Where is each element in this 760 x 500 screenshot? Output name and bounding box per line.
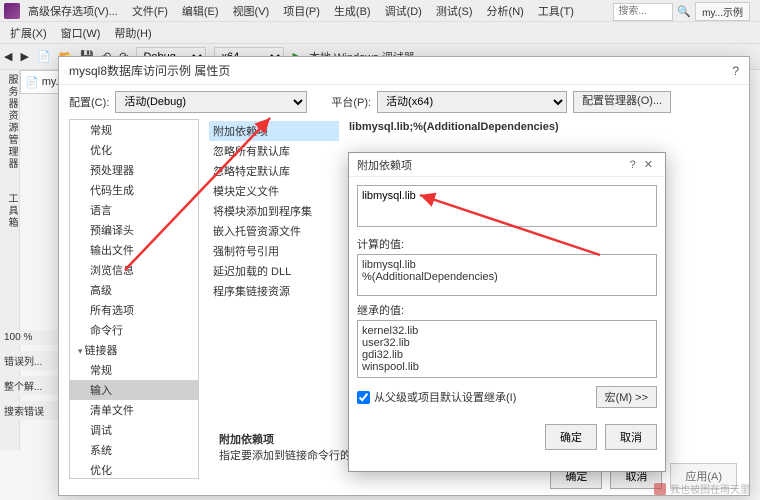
config-label: 配置(C): [69,94,109,110]
inh-val-1: kernel32.lib [362,325,652,337]
menu-test[interactable]: 测试(S) [430,1,479,21]
prop-module-def[interactable]: 模块定义文件 [209,181,339,201]
watermark-text: 我也被困在雨天里 [670,481,750,496]
desc-title: 附加依赖项 [219,431,351,447]
menu-project[interactable]: 项目(P) [277,1,326,21]
inherit-checkbox-label: 从父级或项目默认设置继承(I) [374,389,516,405]
edit-dialog: 附加依赖项 ? ✕ libmysql.lib 计算的值: libmysql.li… [348,152,666,472]
prop-ignore-all[interactable]: 忽略所有默认库 [209,141,339,161]
menu-build[interactable]: 生成(B) [328,1,377,21]
new-file-icon[interactable]: 📄 [37,50,51,63]
tree-linker-debug[interactable]: 调试 [70,420,198,440]
search-input[interactable] [613,3,673,21]
menu-analyze[interactable]: 分析(N) [481,1,530,21]
tree-linker-manifest[interactable]: 清单文件 [70,400,198,420]
tree-linker-input[interactable]: 输入 [70,380,198,400]
menu-tools[interactable]: 工具(T) [532,1,580,21]
prop-delay-dll[interactable]: 延迟加载的 DLL [209,261,339,281]
cpp-file-icon: 📄 [25,76,39,89]
search-icon[interactable]: 🔍 [677,5,691,18]
inherit-label: 继承的值: [357,302,657,318]
property-description: 附加依赖项 指定要添加到链接命令行的 [219,431,351,463]
menu-help[interactable]: 帮助(H) [108,23,157,43]
platform-label: 平台(P): [331,94,371,110]
inherit-check-row: 从父级或项目默认设置继承(I) 宏(M) >> [357,386,657,408]
server-explorer-tab[interactable]: 服务器资源管理器 [6,74,17,170]
tree-optimize[interactable]: 优化 [70,140,198,160]
tree-browse[interactable]: 浏览信息 [70,260,198,280]
tree-allopts[interactable]: 所有选项 [70,300,198,320]
tree-linker[interactable]: 链接器 [70,340,198,360]
edit-help-icon[interactable]: ? [626,159,640,171]
inh-val-2: user32.lib [362,337,652,349]
edit-cancel-button[interactable]: 取消 [605,424,657,450]
calc-val-2: %(AdditionalDependencies) [362,271,652,283]
toolbox-tab[interactable]: 工具箱 [6,193,17,229]
menu-advanced-save[interactable]: 高级保存选项(V)... [22,1,124,21]
tree-precompile[interactable]: 预编译头 [70,220,198,240]
inherit-values-box: kernel32.lib user32.lib gdi32.lib winspo… [357,320,657,378]
property-list: 附加依赖项 忽略所有默认库 忽略特定默认库 模块定义文件 将模块添加到程序集 嵌… [209,119,339,479]
edit-dialog-titlebar[interactable]: 附加依赖项 ? ✕ [349,153,665,177]
tree-preproc[interactable]: 预处理器 [70,160,198,180]
edit-dialog-title: 附加依赖项 [357,157,412,173]
platform-dropdown[interactable]: 活动(x64) [377,91,567,113]
config-row: 配置(C): 活动(Debug) 平台(P): 活动(x64) 配置管理器(O)… [59,85,749,119]
vs-logo-icon [4,3,20,19]
prop-add-module[interactable]: 将模块添加到程序集 [209,201,339,221]
macro-button[interactable]: 宏(M) >> [596,386,657,408]
tree-output[interactable]: 输出文件 [70,240,198,260]
calc-values-box: libmysql.lib %(AdditionalDependencies) [357,254,657,296]
tree-advanced[interactable]: 高级 [70,280,198,300]
prop-embed-managed[interactable]: 嵌入托管资源文件 [209,221,339,241]
dialog-title: mysql8数据库访问示例 属性页 [69,62,230,79]
prop-add-deps[interactable]: 附加依赖项 [209,121,339,141]
property-tree[interactable]: 常规 优化 预处理器 代码生成 语言 预编译头 输出文件 浏览信息 高级 所有选… [69,119,199,479]
inherit-checkbox[interactable] [357,391,370,404]
config-manager-button[interactable]: 配置管理器(O)... [573,91,671,113]
sub-menubar: 扩展(X) 窗口(W) 帮助(H) [0,22,760,44]
edit-dialog-body: libmysql.lib 计算的值: libmysql.lib %(Additi… [349,177,665,416]
tree-linker-system[interactable]: 系统 [70,440,198,460]
calc-label: 计算的值: [357,236,657,252]
tree-general[interactable]: 常规 [70,120,198,140]
inh-val-3: gdi32.lib [362,349,652,361]
search-area: 🔍 my...示例 [613,2,750,21]
tree-linker-general[interactable]: 常规 [70,360,198,380]
edit-ok-button[interactable]: 确定 [545,424,597,450]
edit-close-icon[interactable]: ✕ [640,158,657,171]
csdn-logo-icon [654,483,666,495]
prop-force-symbol[interactable]: 强制符号引用 [209,241,339,261]
menu-edit[interactable]: 编辑(E) [176,1,225,21]
menu-debug[interactable]: 调试(D) [379,1,428,21]
watermark: 我也被困在雨天里 [654,481,750,496]
tree-cmdline[interactable]: 命令行 [70,320,198,340]
tree-linker-optimize[interactable]: 优化 [70,460,198,479]
menu-view[interactable]: 视图(V) [227,1,276,21]
solution-name-button[interactable]: my...示例 [695,2,750,21]
desc-text: 指定要添加到链接命令行的 [219,447,351,463]
edit-value-textarea[interactable]: libmysql.lib [357,185,657,227]
menu-window[interactable]: 窗口(W) [55,23,107,43]
inh-val-4: winspool.lib [362,361,652,373]
edit-dialog-buttons: 确定 取消 [349,416,665,458]
nav-back-icon[interactable]: ◀ [4,50,12,63]
prop-assembly-link[interactable]: 程序集链接资源 [209,281,339,301]
nav-fwd-icon[interactable]: ▶ [20,50,28,63]
tree-lang[interactable]: 语言 [70,200,198,220]
tree-codegen[interactable]: 代码生成 [70,180,198,200]
menu-file[interactable]: 文件(F) [126,1,174,21]
config-dropdown[interactable]: 活动(Debug) [115,91,307,113]
prop-add-deps-value[interactable]: libmysql.lib;%(AdditionalDependencies) [349,121,739,133]
calc-val-1: libmysql.lib [362,259,652,271]
help-icon[interactable]: ? [732,64,739,78]
menu-extensions[interactable]: 扩展(X) [4,23,53,43]
prop-ignore-spec[interactable]: 忽略特定默认库 [209,161,339,181]
dialog-titlebar[interactable]: mysql8数据库访问示例 属性页 ? [59,57,749,85]
